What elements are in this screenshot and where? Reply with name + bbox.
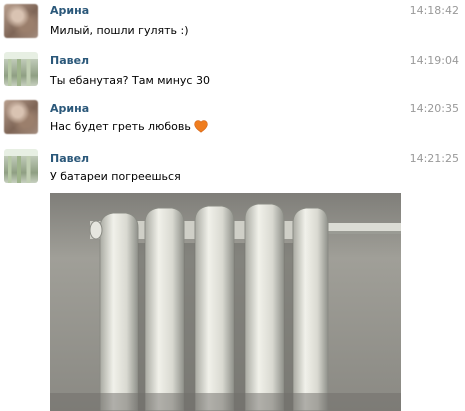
avatar[interactable] xyxy=(4,100,38,134)
heart-icon xyxy=(194,120,208,136)
author-name[interactable]: Павел xyxy=(50,54,89,67)
message-text: У батареи погреешься xyxy=(50,170,181,183)
timestamp: 14:20:35 xyxy=(409,102,459,115)
timestamp: 14:21:25 xyxy=(409,152,459,165)
timestamp: 14:18:42 xyxy=(409,4,459,17)
message-text: Ты ебанутая? Там минус 30 xyxy=(50,74,210,87)
author-name[interactable]: Арина xyxy=(50,4,89,17)
message-text-row: Нас будет греть любовь xyxy=(50,120,208,136)
avatar[interactable] xyxy=(4,149,38,183)
author-name[interactable]: Арина xyxy=(50,102,89,115)
message-text: Милый, пошли гулять :) xyxy=(50,24,189,37)
avatar[interactable] xyxy=(4,4,38,38)
timestamp: 14:19:04 xyxy=(409,54,459,67)
avatar[interactable] xyxy=(4,52,38,86)
radiator-photo[interactable] xyxy=(50,193,401,411)
message-text: Нас будет греть любовь xyxy=(50,120,191,133)
author-name[interactable]: Павел xyxy=(50,152,89,165)
